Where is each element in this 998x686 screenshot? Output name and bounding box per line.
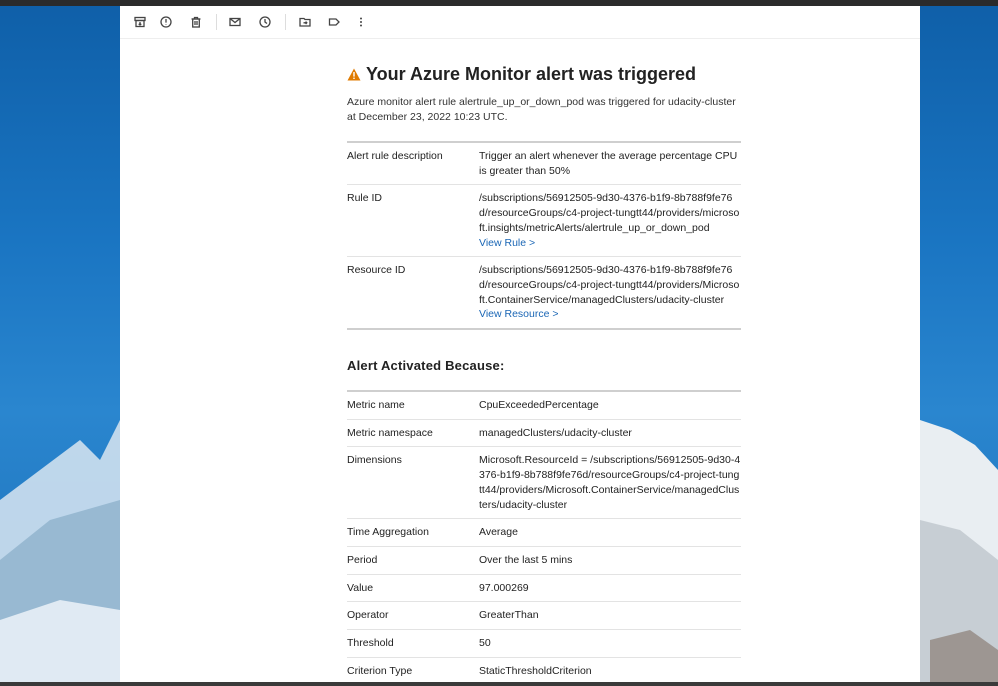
table-row: Dimensions Microsoft.ResourceId = /subsc… bbox=[347, 446, 741, 520]
row-value: GreaterThan bbox=[479, 601, 741, 631]
table-row: Metric namespace managedClusters/udacity… bbox=[347, 419, 741, 448]
email-title: Your Azure Monitor alert was triggered bbox=[347, 63, 741, 85]
warning-icon bbox=[347, 68, 361, 80]
row-key: Criterion Type bbox=[347, 657, 479, 682]
table-row: Criterion Type StaticThresholdCriterion bbox=[347, 657, 741, 682]
row-key: Rule ID bbox=[347, 184, 479, 258]
row-value: managedClusters/udacity-cluster bbox=[479, 419, 741, 448]
row-value: /subscriptions/56912505-9d30-4376-b1f9-8… bbox=[479, 184, 741, 258]
mark-unread-icon[interactable] bbox=[226, 13, 244, 31]
email-toolbar bbox=[120, 6, 920, 39]
delete-icon[interactable] bbox=[187, 13, 205, 31]
row-value: StaticThresholdCriterion bbox=[479, 657, 741, 682]
row-key: Value bbox=[347, 574, 479, 603]
row-value: Average bbox=[479, 518, 741, 547]
table-row: Time Aggregation Average bbox=[347, 518, 741, 547]
view-rule-link[interactable]: View Rule > bbox=[479, 236, 741, 251]
row-value: 97.000269 bbox=[479, 574, 741, 603]
row-key: Operator bbox=[347, 601, 479, 631]
move-to-icon[interactable] bbox=[296, 13, 314, 31]
snooze-icon[interactable] bbox=[256, 13, 274, 31]
archive-icon[interactable] bbox=[131, 13, 149, 31]
row-value: Trigger an alert whenever the average pe… bbox=[479, 142, 741, 186]
view-resource-link[interactable]: View Resource > bbox=[479, 307, 741, 322]
table-row: Alert rule description Trigger an alert … bbox=[347, 142, 741, 186]
resource-id-value: /subscriptions/56912505-9d30-4376-b1f9-8… bbox=[479, 264, 740, 306]
section-heading: Alert Activated Because: bbox=[347, 358, 505, 374]
row-key: Threshold bbox=[347, 629, 479, 658]
row-key: Metric namespace bbox=[347, 419, 479, 448]
table-row: Rule ID /subscriptions/56912505-9d30-437… bbox=[347, 184, 741, 258]
table-row: Operator GreaterThan bbox=[347, 601, 741, 631]
row-value: /subscriptions/56912505-9d30-4376-b1f9-8… bbox=[479, 256, 741, 330]
row-key: Metric name bbox=[347, 391, 479, 420]
rule-id-value: /subscriptions/56912505-9d30-4376-b1f9-8… bbox=[479, 192, 740, 234]
alert-details-table: Metric name CpuExceededPercentage Metric… bbox=[347, 390, 741, 682]
table-row: Metric name CpuExceededPercentage bbox=[347, 391, 741, 420]
row-key: Alert rule description bbox=[347, 142, 479, 186]
email-body: Your Azure Monitor alert was triggered A… bbox=[347, 63, 741, 682]
taskbar bbox=[0, 682, 998, 686]
table-row: Value 97.000269 bbox=[347, 574, 741, 603]
more-icon[interactable] bbox=[352, 13, 370, 31]
row-value: 50 bbox=[479, 629, 741, 658]
email-title-text: Your Azure Monitor alert was triggered bbox=[366, 64, 697, 84]
row-key: Period bbox=[347, 546, 479, 575]
row-value: Microsoft.ResourceId = /subscriptions/56… bbox=[479, 446, 741, 520]
table-row: Resource ID /subscriptions/56912505-9d30… bbox=[347, 256, 741, 330]
row-value: CpuExceededPercentage bbox=[479, 391, 741, 420]
rule-details-table: Alert rule description Trigger an alert … bbox=[347, 141, 741, 330]
row-key: Time Aggregation bbox=[347, 518, 479, 547]
table-row: Period Over the last 5 mins bbox=[347, 546, 741, 575]
toolbar-divider bbox=[216, 14, 217, 30]
alert-intro-text: Azure monitor alert rule alertrule_up_or… bbox=[347, 96, 736, 123]
row-value: Over the last 5 mins bbox=[479, 546, 741, 575]
table-row: Threshold 50 bbox=[347, 629, 741, 658]
toolbar-divider bbox=[285, 14, 286, 30]
row-key: Dimensions bbox=[347, 446, 479, 520]
row-key: Resource ID bbox=[347, 256, 479, 330]
email-view: Your Azure Monitor alert was triggered A… bbox=[120, 6, 920, 682]
label-icon[interactable] bbox=[325, 13, 343, 31]
report-icon[interactable] bbox=[157, 13, 175, 31]
